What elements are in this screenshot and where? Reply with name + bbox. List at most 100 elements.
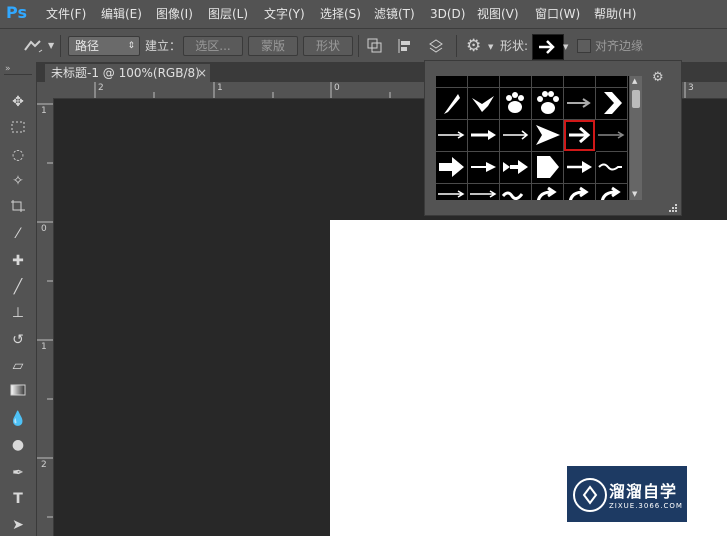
wavy-arrow-shape-icon[interactable] <box>596 152 628 184</box>
path-operations-icon[interactable] <box>366 37 384 55</box>
bird-shape-icon[interactable] <box>468 88 500 120</box>
scroll-up-icon[interactable]: ▲ <box>632 77 637 85</box>
shape-swatch[interactable] <box>532 34 564 60</box>
lasso-tool-icon[interactable]: ◌ <box>8 145 28 165</box>
gradient-tool-icon[interactable] <box>8 382 28 402</box>
arrow-shape-icon[interactable] <box>596 120 628 152</box>
arrow-shape-icon[interactable] <box>500 152 532 184</box>
curved-arrow-shape-icon[interactable] <box>532 184 564 200</box>
eraser-tool-icon[interactable]: ▱ <box>8 356 28 376</box>
arrow-shape-icon[interactable] <box>564 152 596 184</box>
menu-filter[interactable]: 滤镜(T) <box>374 0 415 28</box>
gear-icon[interactable]: ⚙ <box>652 70 664 85</box>
shape-cell[interactable] <box>532 76 564 88</box>
menu-view[interactable]: 视图(V) <box>477 0 519 28</box>
collapse-icon[interactable]: » <box>5 64 11 74</box>
selection-button[interactable]: 选区... <box>183 36 243 56</box>
align-edges-label: 对齐边缘 <box>595 39 644 53</box>
document-tab[interactable]: 未标题-1 @ 100%(RGB/8) × <box>45 64 210 82</box>
arrow-shape-icon[interactable] <box>468 184 500 200</box>
shape-cell[interactable] <box>564 76 596 88</box>
gear-icon[interactable]: ⚙ <box>466 35 488 57</box>
resize-handle-icon[interactable] <box>668 202 678 212</box>
healing-brush-tool-icon[interactable]: ✚ <box>8 251 28 271</box>
feather-shape-icon[interactable] <box>436 88 468 120</box>
menu-file[interactable]: 文件(F) <box>46 0 86 28</box>
arrow-shape-icon[interactable] <box>564 88 596 120</box>
arrow-shape-icon-selected[interactable] <box>564 120 595 151</box>
arrow-shape-icon[interactable] <box>436 184 468 200</box>
shape-grid <box>436 76 629 200</box>
menu-window[interactable]: 窗口(W) <box>535 0 580 28</box>
menu-3d[interactable]: 3D(D) <box>430 0 465 28</box>
brush-tool-icon[interactable]: ╱ <box>8 277 28 297</box>
shape-cell[interactable] <box>468 76 500 88</box>
build-label: 建立： <box>145 39 182 53</box>
close-icon[interactable]: × <box>197 64 207 82</box>
path-alignment-icon[interactable] <box>396 37 414 55</box>
menu-layer[interactable]: 图层(L) <box>208 0 248 28</box>
pentagon-arrow-shape-icon[interactable] <box>532 152 564 184</box>
document-tab-title: 未标题-1 @ 100%(RGB/8) <box>51 66 200 80</box>
watermark-logo-icon <box>573 478 607 512</box>
menu-image[interactable]: 图像(I) <box>156 0 193 28</box>
move-tool-icon[interactable]: ✥ <box>8 92 28 112</box>
arrow-shape-icon[interactable] <box>468 120 500 152</box>
arrow-shape-icon[interactable] <box>468 152 500 184</box>
shape-label: 形状: <box>500 39 529 53</box>
crop-tool-icon[interactable] <box>8 198 28 218</box>
clone-stamp-tool-icon[interactable]: ⊥ <box>8 303 28 323</box>
wavy-arrow-shape-icon[interactable] <box>500 184 532 200</box>
watermark-title: 溜溜自学 <box>609 482 678 501</box>
picker-scrollbar[interactable]: ▲ ▼ <box>630 76 642 200</box>
ruler-label: 0 <box>334 83 340 93</box>
arrow-shape-icon[interactable] <box>500 120 532 152</box>
paw-print-shape-icon[interactable] <box>532 88 564 120</box>
shape-cell[interactable] <box>596 76 628 88</box>
paw-print-shape-icon[interactable] <box>500 88 532 120</box>
menu-edit[interactable]: 编辑(E) <box>101 0 142 28</box>
path-arrangement-icon[interactable] <box>426 37 446 55</box>
menu-type[interactable]: 文字(Y) <box>264 0 305 28</box>
type-tool-icon[interactable]: T <box>8 489 28 509</box>
mode-select[interactable]: 路径 ⇕ <box>68 36 140 56</box>
pen-tool-icon[interactable]: ✒ <box>8 463 28 483</box>
scroll-down-icon[interactable]: ▼ <box>632 190 637 198</box>
photoshop-logo: Ps <box>6 3 27 22</box>
chevron-down-icon[interactable]: ▼ <box>48 41 54 50</box>
arrowhead-shape-icon[interactable] <box>532 120 564 152</box>
tool-preset-icon[interactable] <box>22 36 44 56</box>
arrow-shape-icon[interactable] <box>436 120 468 152</box>
magic-wand-tool-icon[interactable]: ✧ <box>8 171 28 191</box>
blur-tool-icon[interactable]: 💧 <box>8 409 28 429</box>
mode-select-value: 路径 <box>75 39 100 53</box>
mask-button[interactable]: 蒙版 <box>248 36 298 56</box>
chevron-shape-icon[interactable] <box>596 88 628 120</box>
path-selection-tool-icon[interactable]: ➤ <box>8 515 28 535</box>
menu-bar: Ps 文件(F) 编辑(E) 图像(I) 图层(L) 文字(Y) 选择(S) 滤… <box>0 0 727 28</box>
dodge-tool-icon[interactable]: ● <box>8 435 28 455</box>
shape-cell[interactable] <box>436 76 468 88</box>
menu-help[interactable]: 帮助(H) <box>594 0 636 28</box>
curved-arrow-shape-icon[interactable] <box>564 184 596 200</box>
chevron-down-icon[interactable]: ▼ <box>563 43 568 51</box>
marquee-tool-icon[interactable] <box>8 119 28 139</box>
align-edges-checkbox[interactable] <box>577 39 591 53</box>
shape-button[interactable]: 形状 <box>303 36 353 56</box>
arrow-shape-icon[interactable] <box>436 152 468 184</box>
watermark: 溜溜自学 ZIXUE.3066.COM <box>567 466 687 522</box>
scrollbar-thumb[interactable] <box>632 90 640 108</box>
ruler-vertical: 1 0 1 2 <box>37 98 54 536</box>
history-brush-tool-icon[interactable]: ↺ <box>8 330 28 350</box>
watermark-url: ZIXUE.3066.COM <box>609 502 683 510</box>
ruler-label: 1 <box>217 83 223 93</box>
ruler-label: 1 <box>41 106 47 116</box>
chevron-down-icon[interactable]: ▼ <box>488 43 493 51</box>
eyedropper-tool-icon[interactable]: ⁄ <box>8 224 28 244</box>
ruler-label: 2 <box>98 83 104 93</box>
curved-arrow-shape-icon[interactable] <box>596 184 628 200</box>
ruler-label: 3 <box>688 83 694 93</box>
ruler-label: 1 <box>41 342 47 352</box>
menu-select[interactable]: 选择(S) <box>320 0 361 28</box>
shape-cell[interactable] <box>500 76 532 88</box>
